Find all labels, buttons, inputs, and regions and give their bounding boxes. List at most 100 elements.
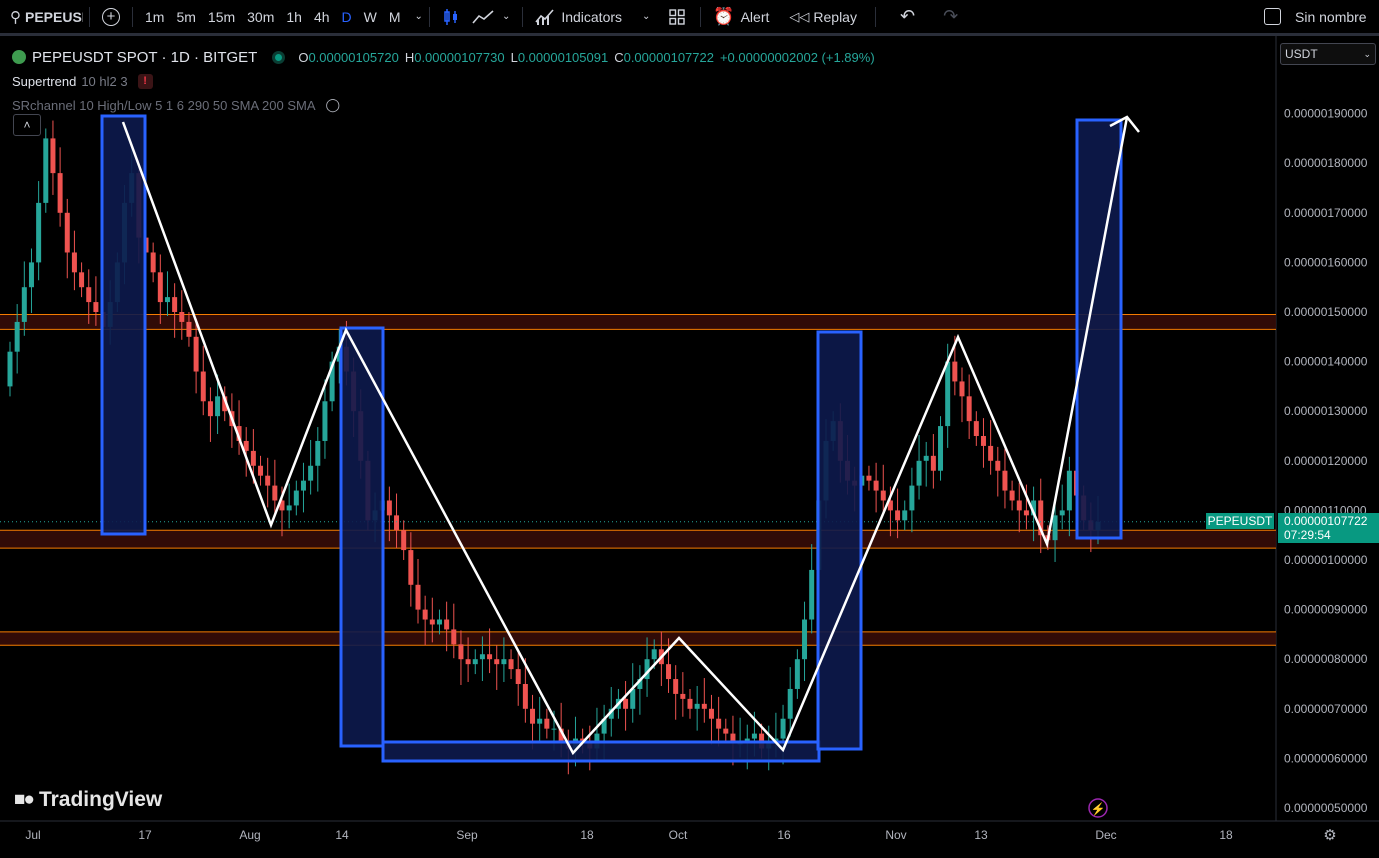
search-icon: ⚲: [10, 8, 21, 26]
candle-body: [465, 659, 471, 665]
y-tick-label: 0.00000170000: [1284, 206, 1368, 220]
trend-line-icon: [472, 9, 494, 24]
candle-body: [172, 297, 178, 312]
interval-M[interactable]: M: [389, 9, 401, 25]
x-tick-label: 17: [138, 828, 152, 842]
tradingview-logo[interactable]: ■● TradingView: [14, 788, 162, 812]
interval-30m[interactable]: 30m: [247, 9, 274, 25]
candle-body: [623, 698, 629, 709]
indicator-name: SRchannel 10 High/Low 5 1 6 290 50 SMA 2…: [12, 97, 316, 113]
chevron-down-icon[interactable]: ⌄: [415, 11, 423, 22]
separator: [132, 6, 133, 27]
indicators-label: Indicators: [561, 8, 623, 25]
collapse-legend-button[interactable]: ˄: [13, 114, 41, 136]
x-tick-label: Aug: [239, 828, 260, 842]
indicators-icon: [535, 8, 554, 25]
candle-body: [21, 287, 27, 322]
layout-name-label: Sin nombre: [1295, 8, 1367, 25]
candle-body: [1052, 515, 1058, 541]
candle-body: [945, 361, 951, 427]
price-chart[interactable]: 0.00000190000 0.00000180000 0.00000170000 0…: [0, 36, 1379, 853]
alarm-clock-icon: ⏰: [713, 6, 735, 26]
candle-body: [701, 703, 707, 709]
top-toolbar: ⚲ PEPEUSDT + 1m 5m 15m 30m 1h 4h DWM ⌄ ⌄ Indic…: [0, 0, 1379, 36]
replay-button[interactable]: ◁◁ Replay: [789, 9, 857, 25]
candle-body: [809, 569, 815, 620]
symbol-search[interactable]: ⚲ PEPEUSDT: [10, 8, 83, 26]
currency-select[interactable]: USDT ⌄: [1280, 43, 1376, 65]
candle-body: [952, 361, 958, 382]
candle-body: [866, 475, 872, 481]
highlight-box: [100, 114, 147, 536]
y-tick-label: 0.00000120000: [1284, 454, 1368, 468]
y-tick-label: 0.00000150000: [1284, 305, 1368, 319]
interval-W[interactable]: W: [364, 9, 377, 25]
y-tick-label: 0.00000180000: [1284, 156, 1368, 170]
compare-button[interactable]: +: [102, 7, 120, 26]
settings-icon[interactable]: ⚙: [1323, 827, 1336, 844]
candle-body: [551, 728, 557, 730]
interval-5m[interactable]: 5m: [176, 9, 195, 25]
legend-indicator-row[interactable]: SRchannel 10 High/Low 5 1 6 290 50 SMA 2…: [12, 94, 875, 116]
candle-body: [1016, 500, 1022, 511]
x-tick-label: 18: [580, 828, 594, 842]
y-tick-label: 0.00000130000: [1284, 404, 1368, 418]
drawing-tool-button[interactable]: ⌄: [472, 8, 510, 26]
interval-4h[interactable]: 4h: [314, 9, 330, 25]
candle-body: [673, 679, 679, 694]
candle-body: [386, 500, 392, 516]
interval-1h[interactable]: 1h: [286, 9, 302, 25]
candle-body: [708, 708, 714, 719]
candle-body: [429, 619, 435, 625]
candle-body: [1066, 470, 1072, 511]
candle-body: [64, 212, 70, 253]
layout-name-button[interactable]: Sin nombre: [1264, 8, 1367, 25]
alert-button[interactable]: ⏰ Alert: [713, 7, 769, 27]
layouts-button[interactable]: [668, 8, 686, 26]
ohlc-high-label: H: [404, 49, 415, 65]
candle-body: [258, 465, 264, 476]
brand-label: TradingView: [38, 788, 163, 811]
candle-body: [71, 252, 77, 273]
y-tick-label: 0.00000070000: [1284, 702, 1368, 716]
last-price-tag: 0.00000107722 07:29:54: [1278, 513, 1379, 543]
legend-indicator-row[interactable]: Supertrend 10 hl2 3 !: [12, 70, 875, 92]
undo-icon[interactable]: ↶: [900, 6, 915, 27]
interval-15m[interactable]: 15m: [208, 9, 235, 25]
indicators-button[interactable]: Indicators ⌄: [535, 8, 650, 26]
tv-logo-icon: ■●: [14, 789, 35, 810]
interval-1m[interactable]: 1m: [145, 9, 164, 25]
candle-body: [988, 445, 994, 461]
symbol-price-tag: PEPEUSDT: [1206, 513, 1274, 529]
x-tick-label: 13: [974, 828, 988, 842]
interval-D[interactable]: D: [342, 9, 352, 25]
x-tick-label: 14: [335, 828, 349, 842]
candle-body: [1002, 470, 1008, 491]
candle-body: [751, 733, 757, 739]
candle-body: [451, 629, 457, 645]
candle-body: [651, 649, 657, 660]
candle-body: [1023, 510, 1029, 516]
candle-body: [286, 505, 292, 511]
ohlc-open-value: 0.00000105720: [308, 49, 399, 65]
hidden-eye-icon[interactable]: ◯: [326, 97, 341, 113]
candle-body: [966, 396, 972, 422]
x-tick-label: Oct: [669, 828, 688, 842]
candle-body: [408, 550, 414, 585]
redo-icon[interactable]: ↷: [943, 6, 958, 27]
ohlc-high-value: 0.00000107730: [414, 49, 505, 65]
separator: [89, 6, 90, 27]
candle-body: [930, 455, 936, 471]
highlight-box: [339, 326, 385, 748]
candle-body: [787, 688, 793, 719]
chevron-down-icon: ⌄: [1363, 48, 1371, 59]
legend-title[interactable]: PEPEUSDT SPOT · 1D · BITGET: [32, 49, 257, 66]
candle-body: [680, 693, 686, 699]
candle-body: [916, 460, 922, 486]
chart-area[interactable]: 0.00000190000 0.00000180000 0.00000170000 0…: [0, 36, 1379, 853]
error-icon[interactable]: !: [137, 73, 153, 89]
candle-body: [902, 510, 908, 521]
candle-body: [923, 455, 929, 461]
candle-body: [909, 485, 915, 511]
chart-type-button[interactable]: [442, 8, 460, 26]
